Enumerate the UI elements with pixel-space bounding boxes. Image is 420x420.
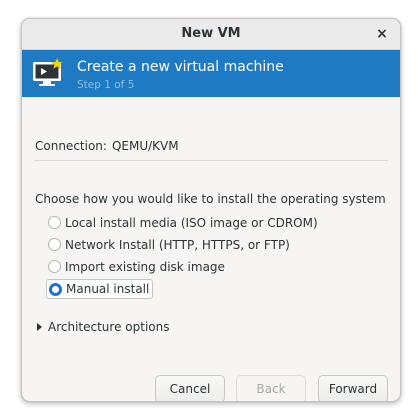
- connection-label: Connection:: [35, 139, 107, 153]
- radio-indicator[interactable]: [49, 282, 62, 296]
- expander-arrow-icon: [37, 323, 42, 331]
- architecture-options-expander[interactable]: Architecture options: [37, 319, 169, 335]
- back-button[interactable]: Back: [236, 375, 306, 401]
- radio-label: Local install media (ISO image or CDROM): [65, 215, 318, 230]
- radio-local-install-media[interactable]: Local install media (ISO image or CDROM): [48, 213, 318, 232]
- expander-label: Architecture options: [48, 320, 170, 334]
- install-method-prompt: Choose how you would like to install the…: [35, 192, 386, 206]
- new-vm-dialog: New VM × Create a new virtual machine St…: [21, 18, 401, 402]
- window-title: New VM: [181, 26, 241, 41]
- radio-label: Manual install: [66, 282, 150, 296]
- dialog-content: Connection: QEMU/KVM Choose how you would…: [22, 97, 400, 401]
- close-button[interactable]: ×: [373, 25, 391, 43]
- radio-label: Import existing disk image: [65, 259, 225, 274]
- radio-manual-install[interactable]: Manual install: [46, 279, 154, 299]
- radio-import-disk-image[interactable]: Import existing disk image: [48, 257, 225, 276]
- cancel-button[interactable]: Cancel: [155, 375, 225, 401]
- radio-indicator[interactable]: [48, 238, 61, 251]
- wizard-banner: Create a new virtual machine Step 1 of 5: [22, 50, 400, 97]
- radio-network-install[interactable]: Network Install (HTTP, HTTPS, or FTP): [48, 235, 290, 254]
- radio-indicator[interactable]: [48, 260, 61, 273]
- radio-indicator[interactable]: [48, 216, 61, 229]
- radio-label: Network Install (HTTP, HTTPS, or FTP): [65, 237, 290, 252]
- forward-button[interactable]: Forward: [318, 375, 388, 401]
- connection-value: QEMU/KVM: [111, 139, 179, 153]
- separator: [34, 160, 388, 161]
- connection-row: Connection: QEMU/KVM: [35, 139, 179, 153]
- title-bar: New VM ×: [22, 19, 400, 50]
- vm-monitor-icon: [33, 58, 64, 86]
- step-indicator: Step 1 of 5: [77, 79, 135, 91]
- banner-heading: Create a new virtual machine: [77, 59, 284, 75]
